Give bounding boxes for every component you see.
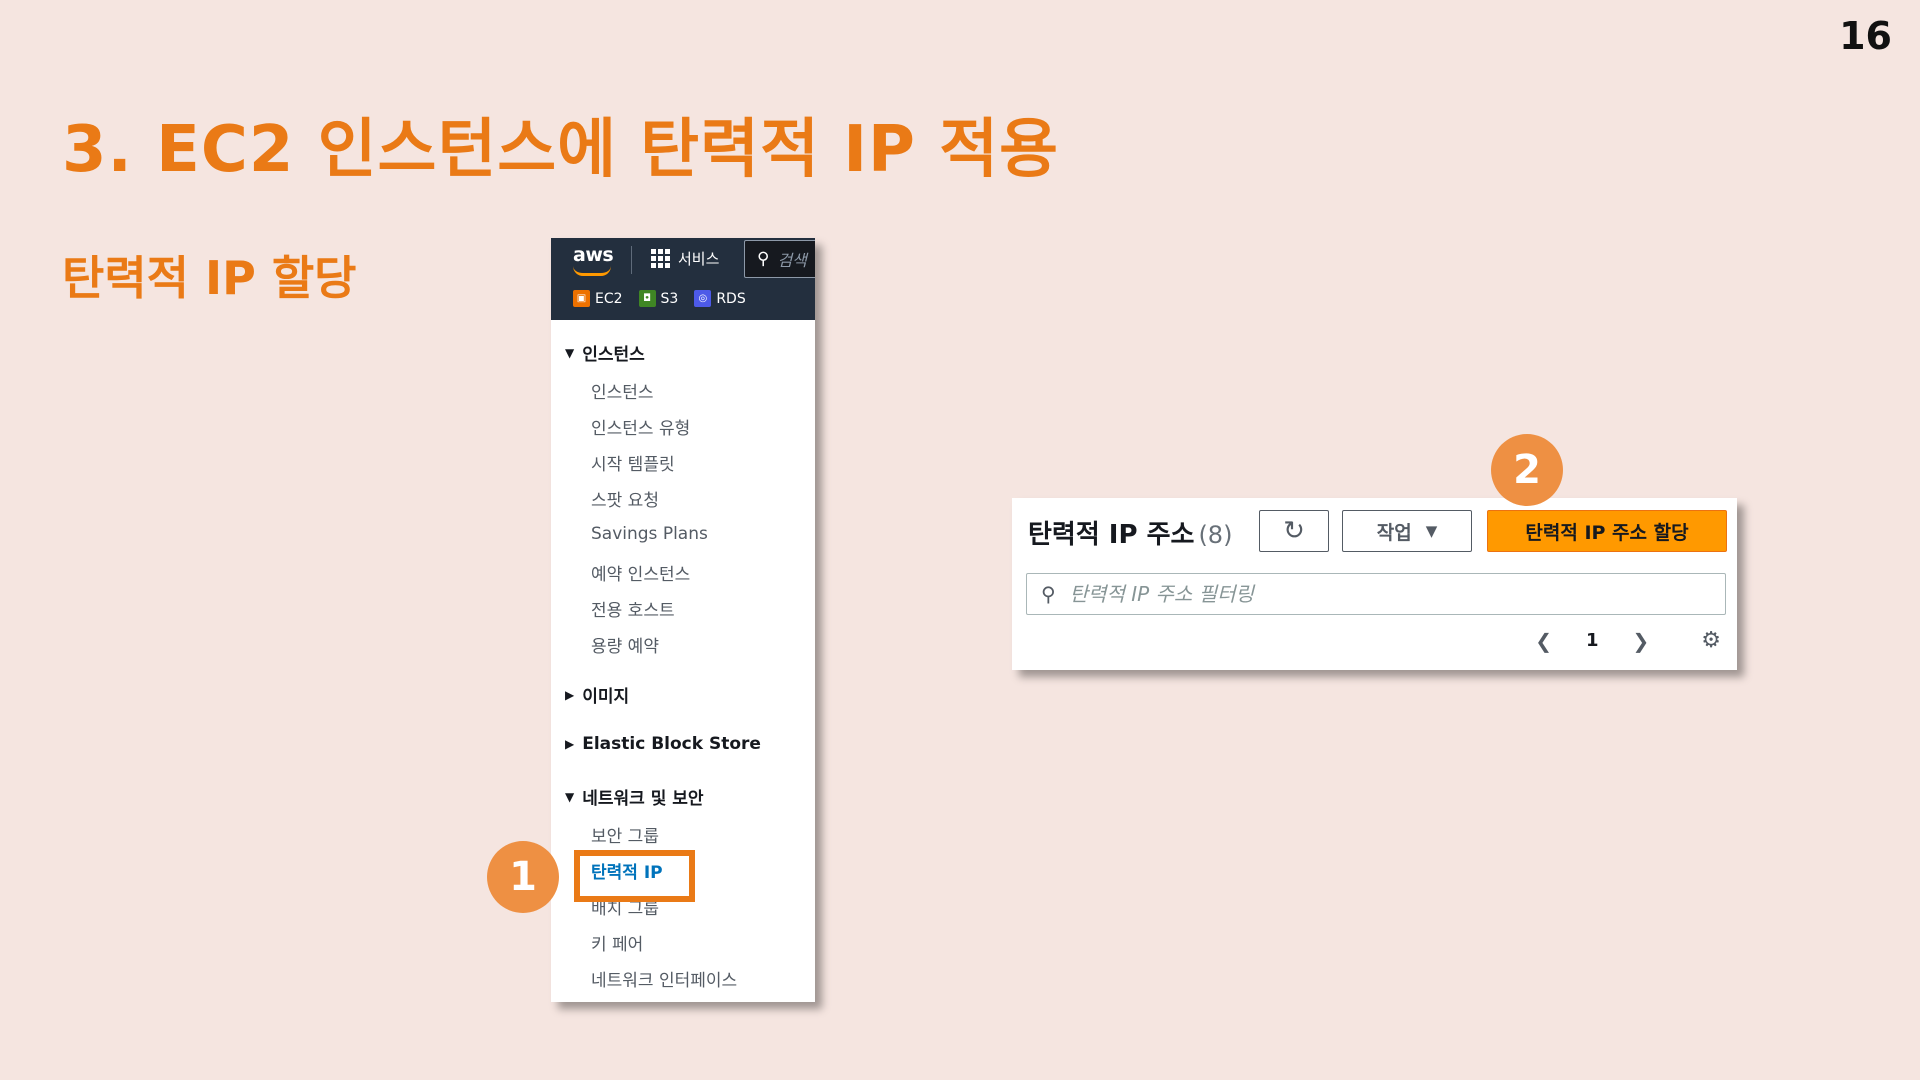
caret-right-icon: ▶ [565, 737, 575, 751]
elastic-ip-highlight-box [574, 850, 695, 902]
step-1-badge: 1 [487, 841, 559, 913]
step-2-badge: 2 [1491, 434, 1563, 506]
favorite-rds[interactable]: ◎ RDS [694, 290, 746, 307]
current-page[interactable]: 1 [1586, 630, 1599, 651]
nav-item-security-groups[interactable]: 보안 그룹 [591, 822, 659, 847]
services-menu-button[interactable]: 서비스 [651, 248, 719, 269]
chevron-right-icon[interactable]: ❯ [1633, 629, 1650, 653]
nav-group-network-security[interactable]: ▼ 네트워크 및 보안 [565, 784, 704, 809]
nav-group-label: 이미지 [582, 687, 630, 707]
caret-down-icon: ▼ [1425, 522, 1438, 540]
nav-item-key-pairs[interactable]: 키 페어 [591, 930, 643, 955]
refresh-icon: ↻ [1283, 516, 1305, 546]
nav-group-images[interactable]: ▶ 이미지 [565, 682, 629, 707]
section-title: 탄력적 IP 할당 [62, 251, 357, 305]
nav-group-instances[interactable]: ▼ 인스턴스 [565, 340, 645, 365]
nav-item-capacity-reservations[interactable]: 용량 예약 [591, 632, 659, 657]
nav-group-ebs[interactable]: ▶ Elastic Block Store [565, 734, 761, 754]
grid-icon [651, 249, 670, 268]
rds-icon: ◎ [694, 290, 712, 307]
aws-logo[interactable]: aws [573, 244, 614, 266]
divider [631, 246, 632, 274]
elastic-ip-panel-screenshot: 탄력적 IP 주소(8) ↻ 작업 ▼ 탄력적 IP 주소 할당 ⚲ ❮ 1 ❯… [1012, 498, 1737, 670]
panel-title: 탄력적 IP 주소 (8) [1028, 514, 1232, 551]
favorite-ec2[interactable]: ▣ EC2 [573, 290, 623, 307]
favorite-label: EC2 [595, 290, 623, 307]
nav-group-label: 네트워크 및 보안 [582, 789, 704, 809]
favorite-label: RDS [716, 290, 746, 307]
s3-icon: ◘ [638, 290, 656, 307]
ec2-icon: ▣ [573, 290, 590, 307]
nav-item-savings-plans[interactable]: Savings Plans [591, 524, 708, 544]
allocate-elastic-ip-button[interactable]: 탄력적 IP 주소 할당 [1487, 510, 1727, 552]
chevron-left-icon[interactable]: ❮ [1535, 629, 1552, 653]
search-icon: ⚲ [757, 249, 770, 269]
search-icon: ⚲ [1041, 582, 1056, 606]
aws-logo-smile [573, 266, 611, 276]
caret-down-icon: ▼ [565, 789, 575, 804]
nav-group-label: 인스턴스 [582, 345, 645, 365]
console-search-input[interactable]: ⚲ 검색 [744, 240, 815, 278]
caret-right-icon: ▶ [565, 687, 575, 702]
actions-label: 작업 [1376, 521, 1412, 544]
page-number: 16 [1839, 14, 1892, 58]
nav-item-instances[interactable]: 인스턴스 [591, 378, 654, 403]
refresh-button[interactable]: ↻ [1259, 510, 1329, 552]
nav-item-reserved-instances[interactable]: 예약 인스턴스 [591, 560, 690, 585]
actions-dropdown[interactable]: 작업 ▼ [1342, 510, 1472, 552]
search-placeholder: 검색 [777, 251, 807, 270]
panel-title-text: 탄력적 IP 주소 [1028, 520, 1195, 550]
favorite-s3[interactable]: ◘ S3 [638, 290, 679, 307]
nav-group-label: Elastic Block Store [582, 734, 761, 754]
slide-title: 3. EC2 인스턴스에 탄력적 IP 적용 [62, 113, 1059, 187]
nav-item-dedicated-hosts[interactable]: 전용 호스트 [591, 596, 675, 621]
nav-item-spot-requests[interactable]: 스팟 요청 [591, 486, 659, 511]
nav-item-instance-types[interactable]: 인스턴스 유형 [591, 414, 690, 439]
favorite-label: S3 [660, 290, 679, 307]
caret-down-icon: ▼ [565, 345, 575, 360]
panel-count: (8) [1198, 521, 1233, 549]
services-label: 서비스 [678, 250, 720, 268]
nav-item-launch-templates[interactable]: 시작 템플릿 [591, 450, 675, 475]
gear-icon[interactable]: ⚙ [1701, 628, 1721, 653]
filter-field[interactable]: ⚲ [1026, 573, 1726, 615]
pagination: ❮ 1 ❯ ⚙ [1535, 628, 1721, 653]
filter-input[interactable] [1069, 582, 1670, 606]
nav-item-network-interfaces[interactable]: 네트워크 인터페이스 [591, 966, 737, 991]
aws-top-bar: aws 서비스 ⚲ 검색 ▣ EC2 ◘ S3 ◎ RDS [551, 238, 815, 320]
favorites-bar: ▣ EC2 ◘ S3 ◎ RDS [573, 290, 746, 307]
